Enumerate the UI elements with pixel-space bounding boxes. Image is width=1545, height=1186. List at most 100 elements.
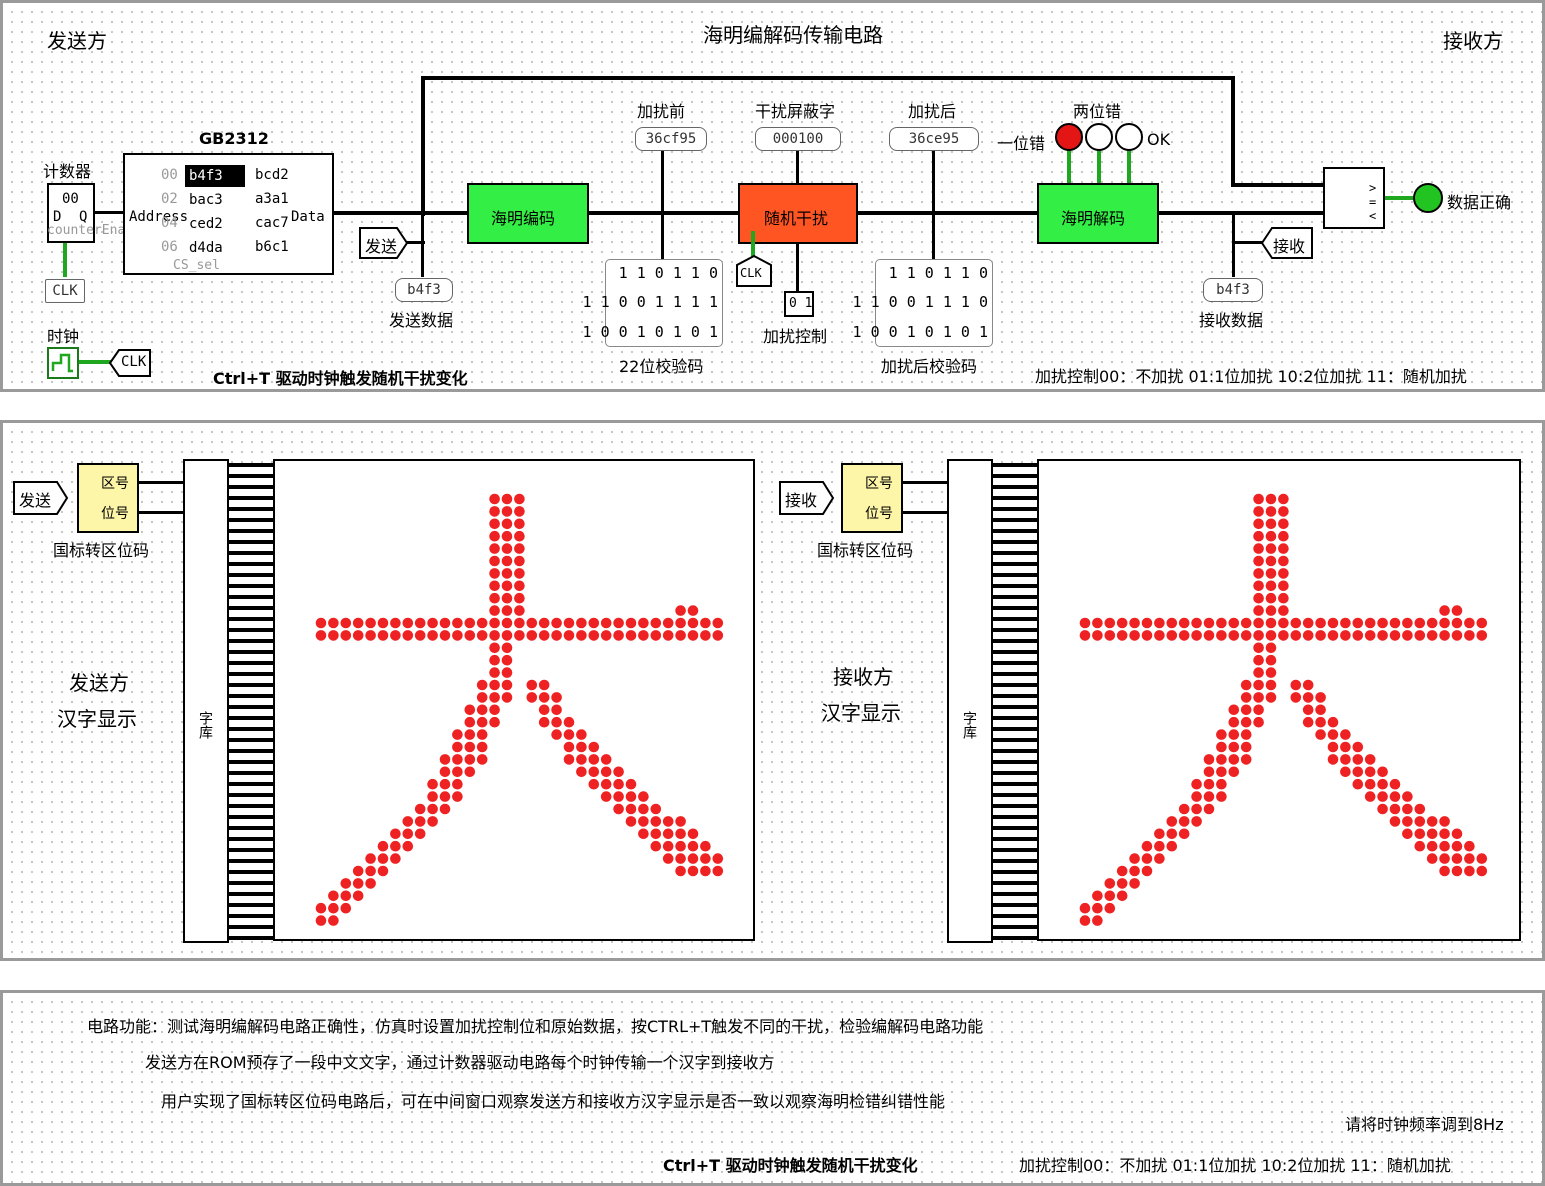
- glyph-dot: [650, 630, 662, 641]
- glyph-dot: [1253, 555, 1264, 567]
- glyph-dot: [476, 617, 488, 629]
- decoder-label: 海明解码: [1061, 209, 1126, 228]
- glyph-dot: [414, 803, 426, 815]
- glyph-dot: [514, 518, 525, 530]
- glyph-dot: [1315, 729, 1326, 740]
- glyph-dot: [1166, 617, 1178, 629]
- glyph-dot: [1265, 506, 1277, 517]
- glyph-dot: [712, 853, 724, 864]
- before-probe: 36cf95: [635, 127, 707, 151]
- glyph-dot: [1129, 617, 1140, 629]
- control-input[interactable]: 0 1: [784, 291, 814, 317]
- glyph-dot: [514, 543, 525, 554]
- glyph-dot: [1092, 902, 1103, 914]
- sender-font-lib[interactable]: 字库: [183, 459, 229, 943]
- glyph-dot: [650, 828, 662, 840]
- rom-row-cell-2: cac7: [255, 215, 289, 231]
- glyph-dot: [563, 741, 575, 753]
- glyph-dot: [1240, 679, 1252, 691]
- glyph-dot: [402, 630, 414, 641]
- glyph-dot: [526, 630, 538, 641]
- glyph-dot: [1228, 754, 1240, 765]
- glyph-dot: [402, 816, 414, 827]
- glyph-dot: [365, 853, 376, 864]
- glyph-dot: [452, 617, 463, 629]
- glyph-dot: [650, 617, 662, 629]
- glyph-dot: [1278, 617, 1289, 629]
- glyph-dot: [1216, 729, 1227, 740]
- glyph-dot: [538, 716, 550, 728]
- rom-row-address: 04: [161, 215, 178, 231]
- hamming-decoder[interactable]: 海明解码: [1037, 183, 1159, 244]
- glyph-dot: [1203, 617, 1215, 629]
- glyph-dot: [390, 853, 401, 864]
- sender-converter[interactable]: 区号 位号: [77, 463, 139, 533]
- glyph-dot: [538, 617, 550, 629]
- glyph-dot: [1154, 853, 1165, 864]
- glyph-dot: [1116, 890, 1128, 902]
- glyph-dot: [675, 853, 686, 864]
- glyph-dot: [1377, 766, 1388, 778]
- glyph-dot: [1389, 630, 1401, 641]
- glyph-dot: [1104, 878, 1116, 889]
- glyph-dot: [352, 890, 364, 902]
- recv-tunnel: 接收: [1260, 227, 1313, 259]
- glyph-dot: [1166, 816, 1178, 827]
- led-data-correct: [1413, 183, 1443, 213]
- check-before-label: 22位校验码: [619, 357, 704, 376]
- glyph-dot: [638, 617, 649, 629]
- noise-label: 随机干扰: [764, 209, 829, 228]
- glyph-dot: [650, 840, 662, 852]
- rom-gb2312[interactable]: Address Data CS_sel 00 b4f3 bcd2 02 bac3 a3a1…: [123, 153, 334, 275]
- glyph-dot: [1265, 568, 1277, 579]
- glyph-dot: [1079, 915, 1091, 926]
- one-bit-label: 一位错: [997, 134, 1046, 153]
- glyph-dot: [1265, 667, 1277, 678]
- led-wire-1: [1067, 149, 1071, 185]
- rom-row: 02 bac3 a3a1: [159, 189, 305, 213]
- glyph-dot: [1426, 828, 1438, 840]
- top-footer-left: Ctrl+T 驱动时钟触发随机干扰变化: [213, 369, 468, 388]
- glyph-dot: [377, 840, 389, 852]
- receiver-font-lib[interactable]: 字库: [947, 459, 993, 943]
- glyph-dot: [514, 493, 525, 505]
- glyph-dot: [1414, 828, 1426, 840]
- glyph-dot: [1191, 617, 1202, 629]
- glyph-dot: [563, 754, 575, 765]
- glyph-dot: [514, 605, 525, 616]
- receiver-font-lib-label: 字库: [961, 711, 977, 739]
- receiver-glyph-dots: [1079, 493, 1488, 926]
- glyph-dot: [328, 617, 339, 629]
- mask-label: 干扰屏蔽字: [755, 102, 836, 121]
- feedback-wire-to-comparator: [1231, 183, 1325, 187]
- rom-row-cell-2: a3a1: [255, 191, 289, 207]
- rom-row-address: 06: [161, 239, 178, 255]
- glyph-dot: [501, 667, 513, 678]
- glyph-dot: [687, 617, 699, 629]
- glyph-dot: [501, 493, 513, 505]
- glyph-dot: [1327, 716, 1339, 728]
- glyph-dot: [662, 840, 674, 852]
- clock-source[interactable]: [47, 347, 79, 379]
- glyph-dot: [476, 716, 488, 728]
- glyph-dot: [340, 630, 352, 641]
- glyph-dot: [588, 778, 600, 790]
- receiver-converter[interactable]: 区号 位号: [841, 463, 903, 533]
- after-value: 36ce95: [908, 131, 960, 147]
- feedback-wire-up: [421, 76, 425, 216]
- glyph-dot: [1216, 791, 1227, 802]
- led-two-bit-error: [1085, 123, 1113, 151]
- glyph-dot: [1228, 766, 1240, 778]
- glyph-dot: [662, 828, 674, 840]
- correct-label: 数据正确: [1447, 193, 1512, 212]
- random-noise[interactable]: 随机干扰: [738, 183, 858, 244]
- glyph-dot: [1265, 617, 1277, 629]
- recv-tunnel-text: 接收: [1273, 237, 1306, 256]
- check-before-row-2: 1 1 0 0 1 1 1 1: [582, 293, 718, 311]
- glyph-dot: [476, 704, 488, 716]
- bottom-footer-left: Ctrl+T 驱动时钟触发随机干扰变化: [663, 1156, 918, 1175]
- glyph-dot: [1439, 605, 1450, 616]
- hamming-encoder[interactable]: 海明编码: [467, 183, 589, 244]
- glyph-dot: [1290, 630, 1302, 641]
- glyph-dot: [1327, 729, 1339, 740]
